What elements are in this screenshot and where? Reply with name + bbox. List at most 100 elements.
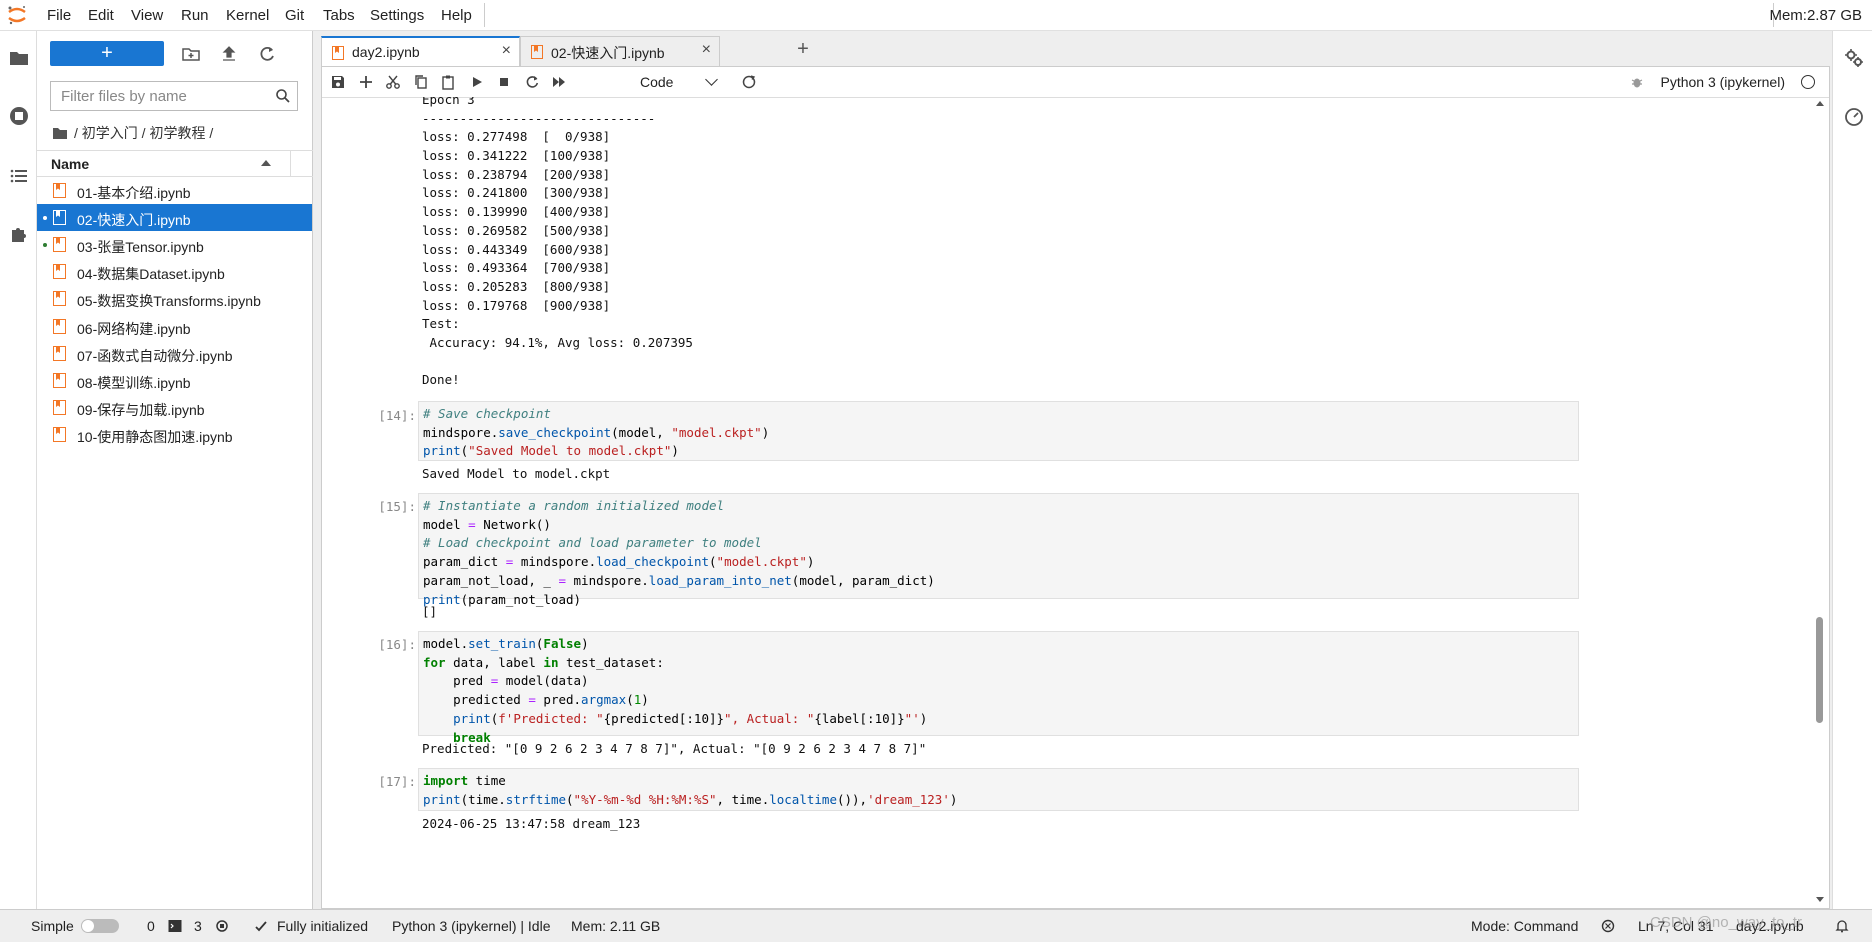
code-token: test_dataset: xyxy=(558,654,664,670)
file-item[interactable]: 05-数据变换Transforms.ipynb xyxy=(37,285,312,312)
terminal-count[interactable]: 0 xyxy=(147,918,155,934)
notebook-mode[interactable]: Mode: Command xyxy=(1471,918,1578,934)
code-token: 'dream_123' xyxy=(867,791,950,807)
notebook-file-icon xyxy=(53,183,66,198)
file-item[interactable]: 08-模型训练.ipynb xyxy=(37,367,312,394)
code-editor[interactable]: # Save checkpoint mindspore.save_checkpo… xyxy=(423,405,769,461)
file-item[interactable]: 10-使用静态图加速.ipynb xyxy=(37,421,312,448)
menu-run[interactable]: Run xyxy=(181,7,209,24)
tab-quickstart[interactable]: 02-快速入门.ipynb × xyxy=(520,36,720,66)
restart-icon[interactable] xyxy=(524,74,540,90)
code-token: param_dict xyxy=(423,554,506,570)
running-kernels-icon[interactable] xyxy=(8,105,30,127)
code-comment: # Load checkpoint and load parameter to … xyxy=(423,535,762,551)
kernel-chip-icon[interactable] xyxy=(215,919,229,933)
debugger-gauge-icon[interactable] xyxy=(1843,105,1865,127)
lsp-status[interactable]: Fully initialized xyxy=(277,918,368,934)
new-folder-icon[interactable] xyxy=(181,44,201,64)
paste-icon[interactable] xyxy=(440,74,456,90)
menu-file[interactable]: File xyxy=(47,7,71,24)
training-output: Epoch 3 ------------------------------- lo… xyxy=(422,97,700,390)
scroll-up-arrow-icon[interactable] xyxy=(1816,101,1824,106)
file-item[interactable]: 06-网络构建.ipynb xyxy=(37,313,312,340)
menu-git[interactable]: Git xyxy=(285,7,304,24)
column-divider[interactable] xyxy=(290,151,291,176)
output-line: loss: 0.241800 [300/938] xyxy=(422,185,611,201)
code-token: mindspore. xyxy=(423,424,499,440)
menu-settings[interactable]: Settings xyxy=(370,7,424,24)
file-item[interactable]: 02-快速入门.ipynb xyxy=(37,204,312,232)
code-editor[interactable]: model.set_train(False) for data, label i… xyxy=(423,635,927,747)
trust-shield-icon[interactable] xyxy=(1601,919,1615,933)
kernel-status[interactable]: Python 3 (ipykernel) | Idle xyxy=(392,918,551,934)
copy-icon[interactable] xyxy=(413,74,429,90)
code-token: print xyxy=(423,791,461,807)
fast-forward-icon[interactable] xyxy=(551,74,567,90)
notification-bell-icon[interactable] xyxy=(1835,919,1849,933)
notebook-scrollbar[interactable] xyxy=(1812,97,1828,908)
code-token: {label[:10]} xyxy=(814,710,905,726)
close-icon[interactable]: × xyxy=(702,41,711,59)
code-token: set_train xyxy=(468,636,536,651)
file-item[interactable]: 01-基本介绍.ipynb xyxy=(37,177,312,204)
code-token: Network() xyxy=(475,516,551,532)
folder-icon[interactable] xyxy=(8,47,30,69)
menu-view[interactable]: View xyxy=(131,7,163,24)
kernel-count[interactable]: 3 xyxy=(194,918,202,934)
code-token: load_param_into_net xyxy=(648,572,792,588)
run-icon[interactable] xyxy=(469,74,485,90)
simple-mode-toggle[interactable] xyxy=(81,919,119,933)
save-icon[interactable] xyxy=(330,74,346,90)
notebook-file-icon xyxy=(53,264,66,280)
code-editor[interactable]: import time print(time.strftime("%Y-%m-%… xyxy=(423,772,957,809)
code-token: model(data) xyxy=(498,673,589,689)
extension-puzzle-icon[interactable] xyxy=(8,223,30,245)
code-cell-14[interactable]: # Save checkpoint mindspore.save_checkpo… xyxy=(418,401,1579,461)
git-refresh-icon[interactable] xyxy=(741,74,757,90)
code-token: (model, param_dict) xyxy=(791,572,935,588)
property-inspector-gear-icon[interactable] xyxy=(1843,47,1865,69)
menu-edit[interactable]: Edit xyxy=(88,7,114,24)
code-token: f'Predicted: " xyxy=(498,710,604,726)
menu-kernel[interactable]: Kernel xyxy=(226,7,269,24)
home-folder-icon[interactable] xyxy=(52,126,68,140)
new-launcher-button[interactable]: + xyxy=(50,41,164,66)
file-item[interactable]: 07-函数式自动微分.ipynb xyxy=(37,340,312,367)
file-item[interactable]: 09-保存与加载.ipynb xyxy=(37,394,312,421)
bug-icon[interactable] xyxy=(1630,75,1644,89)
left-activity-bar xyxy=(0,31,37,909)
code-cell-17[interactable]: import time print(time.strftime("%Y-%m-%… xyxy=(418,768,1579,811)
kernel-status-idle-icon xyxy=(1801,75,1815,89)
table-of-contents-icon[interactable] xyxy=(8,165,30,187)
code-token: (time. xyxy=(460,791,506,807)
file-name: 06-网络构建.ipynb xyxy=(77,320,191,337)
terminal-icon[interactable] xyxy=(168,919,182,933)
close-icon[interactable]: × xyxy=(502,42,511,60)
language-server-check-icon[interactable] xyxy=(254,919,268,933)
code-token: False xyxy=(543,636,582,651)
scroll-thumb[interactable] xyxy=(1816,617,1823,723)
cut-icon[interactable] xyxy=(385,74,401,90)
file-item[interactable]: 03-张量Tensor.ipynb xyxy=(37,231,312,258)
tab-day2[interactable]: day2.ipynb × xyxy=(321,36,520,66)
cell-type-select[interactable]: Code xyxy=(632,72,720,92)
refresh-icon[interactable] xyxy=(257,44,277,64)
scroll-down-arrow-icon[interactable] xyxy=(1816,897,1824,902)
kernel-name-button[interactable]: Python 3 (ipykernel) xyxy=(1660,74,1785,90)
filter-files-input[interactable] xyxy=(59,87,263,106)
upload-icon[interactable] xyxy=(219,44,239,64)
insert-cell-icon[interactable] xyxy=(358,74,374,90)
code-editor[interactable]: # Instantiate a random initialized model… xyxy=(423,497,935,609)
breadcrumb-path[interactable]: / 初学入门 / 初学教程 / xyxy=(74,123,213,143)
code-cell-15[interactable]: # Instantiate a random initialized model… xyxy=(418,493,1579,607)
cell-type-value: Code xyxy=(640,74,674,90)
code-cell-16[interactable]: model.set_train(False) for data, label i… xyxy=(418,631,1579,745)
notebook-file-icon xyxy=(53,426,66,442)
sort-ascending-icon[interactable] xyxy=(261,160,271,166)
menu-help[interactable]: Help xyxy=(441,7,472,24)
menu-tabs[interactable]: Tabs xyxy=(323,7,355,24)
column-name-header[interactable]: Name xyxy=(51,156,89,172)
add-tab-button[interactable]: + xyxy=(790,36,816,64)
file-item[interactable]: 04-数据集Dataset.ipynb xyxy=(37,258,312,285)
stop-icon[interactable] xyxy=(496,74,512,90)
